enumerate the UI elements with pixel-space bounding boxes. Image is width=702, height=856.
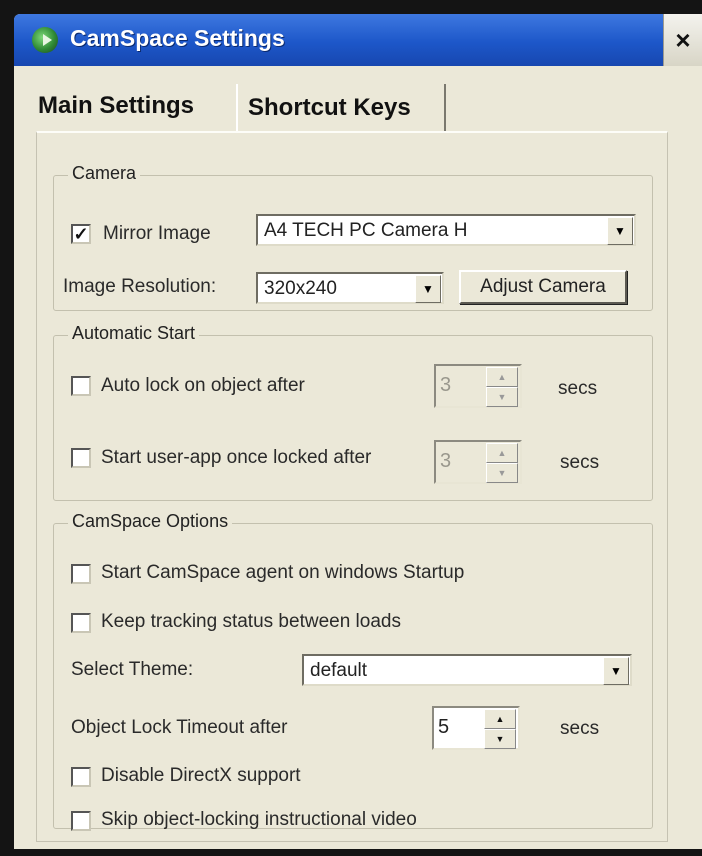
start-user-app-stepper: 3 ▲ ▼: [434, 440, 522, 484]
disable-directx-checkbox[interactable]: [71, 767, 91, 787]
auto-lock-stepper: 3 ▲ ▼: [434, 364, 522, 408]
start-agent-checkbox[interactable]: [71, 564, 91, 584]
timeout-value: 5: [438, 716, 450, 738]
disable-directx-label: Disable DirectX support: [101, 765, 301, 786]
start-user-app-value: 3: [440, 450, 452, 472]
theme-select[interactable]: default ▼: [302, 654, 632, 686]
image-resolution-value: 320x240: [264, 278, 337, 299]
keep-tracking-checkbox[interactable]: [71, 613, 91, 633]
skip-video-checkbox[interactable]: [71, 811, 91, 831]
theme-value: default: [310, 660, 368, 681]
window-title: CamSpace Settings: [70, 25, 285, 51]
chevron-down-icon: ▼: [486, 463, 518, 483]
chevron-up-icon[interactable]: ▲: [484, 709, 516, 729]
automatic-start-group: Automatic Start Auto lock on object afte…: [53, 323, 653, 501]
skip-video-label: Skip object-locking instructional video: [101, 809, 417, 830]
tab-main-settings[interactable]: Main Settings: [14, 80, 236, 131]
camspace-app-icon: [32, 27, 58, 53]
camera-legend: Camera: [68, 163, 141, 184]
select-theme-label: Select Theme:: [71, 659, 194, 680]
chevron-down-icon: ▼: [486, 387, 518, 407]
mirror-image-checkbox[interactable]: ✓: [71, 224, 91, 244]
auto-lock-label: Auto lock on object after: [101, 375, 305, 396]
settings-window: CamSpace Settings × Main Settings Shortc…: [14, 14, 702, 849]
close-button[interactable]: ×: [663, 14, 702, 66]
chevron-up-icon: ▲: [486, 367, 518, 387]
start-user-app-checkbox[interactable]: [71, 448, 91, 468]
image-resolution-select[interactable]: 320x240 ▼: [256, 272, 444, 304]
auto-lock-checkbox[interactable]: [71, 376, 91, 396]
camspace-options-group: CamSpace Options Start CamSpace agent on…: [53, 511, 653, 831]
start-user-app-label: Start user-app once locked after: [101, 447, 372, 468]
tab-shortcut-keys[interactable]: Shortcut Keys: [236, 84, 446, 132]
keep-tracking-label: Keep tracking status between loads: [101, 611, 401, 632]
chevron-down-icon[interactable]: ▼: [484, 729, 516, 749]
timeout-label: Object Lock Timeout after: [71, 717, 288, 738]
title-bar[interactable]: CamSpace Settings ×: [14, 14, 702, 66]
auto-lock-unit: secs: [558, 378, 598, 399]
start-agent-label: Start CamSpace agent on windows Startup: [101, 562, 465, 583]
timeout-unit: secs: [560, 718, 600, 739]
auto-lock-value: 3: [440, 374, 452, 396]
chevron-up-icon: ▲: [486, 443, 518, 463]
automatic-start-legend: Automatic Start: [68, 323, 200, 344]
chevron-down-icon[interactable]: ▼: [603, 657, 629, 685]
camspace-options-legend: CamSpace Options: [68, 511, 233, 532]
mirror-image-label: Mirror Image: [103, 223, 211, 244]
adjust-camera-button[interactable]: Adjust Camera: [459, 270, 627, 304]
timeout-stepper[interactable]: 5 ▲ ▼: [432, 706, 520, 750]
start-user-app-unit: secs: [560, 452, 600, 473]
chevron-down-icon[interactable]: ▼: [415, 275, 441, 303]
camera-device-value: A4 TECH PC Camera H: [264, 220, 468, 241]
main-settings-panel: Camera ✓ Mirror Image A4 TECH PC Camera …: [36, 131, 668, 842]
image-resolution-label: Image Resolution:: [63, 276, 217, 297]
chevron-down-icon[interactable]: ▼: [607, 217, 633, 245]
camera-device-select[interactable]: A4 TECH PC Camera H ▼: [256, 214, 636, 246]
camera-group: Camera ✓ Mirror Image A4 TECH PC Camera …: [53, 163, 653, 311]
